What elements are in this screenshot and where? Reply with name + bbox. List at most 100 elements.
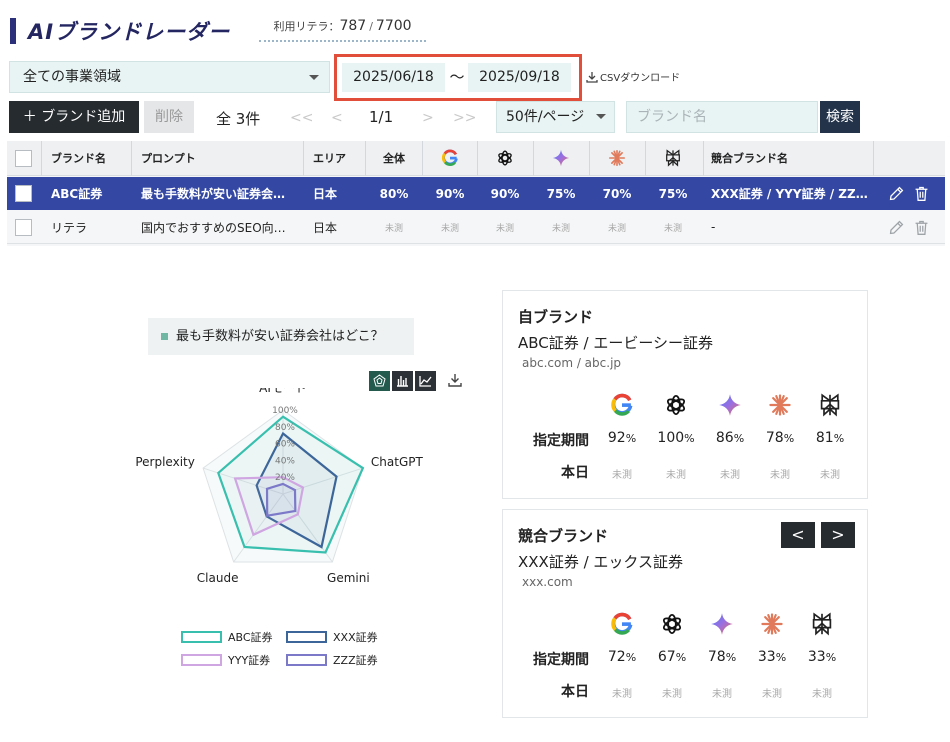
caret-down-icon	[309, 75, 319, 80]
chatgpt-icon	[658, 611, 686, 637]
prev-competitor-button[interactable]: <	[781, 522, 815, 548]
usage-counter: 利用リテラ：787/7700	[259, 18, 426, 42]
search-button[interactable]: 検索	[820, 101, 860, 133]
date-range: 2025/06/18 〜 2025/09/18	[334, 54, 582, 101]
cell-total: 80%	[379, 186, 409, 201]
cell-perplexity: 75%	[658, 186, 688, 201]
col-prompt: プロンプト	[141, 152, 196, 165]
today-value: 未測	[820, 470, 840, 481]
chatgpt-icon	[662, 392, 690, 418]
cell-chatgpt: 90%	[490, 186, 520, 201]
table-header: ブランド名 プロンプト エリア 全体 競合ブランド名	[7, 141, 945, 176]
legend-item: ZZZ証券	[286, 652, 378, 668]
radar-axis-label: Claude	[197, 571, 239, 585]
date-separator: 〜	[449, 68, 465, 86]
trash-icon[interactable]	[913, 211, 933, 243]
brand-name: XXX証券 / エックス証券	[518, 553, 683, 571]
chart-download-button[interactable]	[447, 372, 463, 392]
cell-brand: ABC証券	[51, 187, 103, 201]
legend-label: ABC証券	[228, 631, 273, 644]
cell-perplexity: 未測	[663, 223, 682, 234]
cell-competitors: XXX証券 / YYY証券 / ZZ…	[711, 187, 868, 201]
cell-google: 90%	[435, 186, 465, 201]
today-value: 未測	[612, 470, 632, 481]
cell-google: 未測	[440, 223, 459, 234]
legend-swatch	[286, 654, 327, 666]
trash-icon[interactable]	[913, 177, 933, 210]
google-icon	[441, 149, 458, 167]
col-competitors: 競合ブランド名	[711, 152, 788, 165]
perplexity-icon	[816, 392, 844, 418]
pager-current: 1/1	[369, 108, 394, 126]
brand-search-input[interactable]	[626, 101, 818, 133]
radar-axis-label: Gemini	[327, 571, 370, 585]
today-value: 未測	[812, 689, 832, 700]
col-perplexity	[646, 141, 700, 175]
usage-label: 利用リテラ：	[273, 20, 340, 33]
period-value-google: 72%	[607, 649, 637, 665]
period-value-perplexity: 33%	[807, 649, 837, 665]
col-total: 全体	[383, 152, 405, 165]
brand-table: ブランド名 プロンプト エリア 全体 競合ブランド名 ABC証券 最も手数料が安…	[7, 141, 945, 246]
pager-last[interactable]: >>	[453, 110, 476, 126]
date-to-input[interactable]: 2025/09/18	[468, 63, 571, 92]
cell-area: 日本	[313, 187, 338, 201]
cell-area: 日本	[313, 220, 338, 235]
edit-icon[interactable]	[888, 177, 908, 210]
table-row[interactable]: リテラ 国内でおすすめのSEO向… 日本 未測 未測 未測 未測 未測 未測 -	[7, 211, 945, 244]
table-row[interactable]: ABC証券 最も手数料が安い証券会… 日本 80% 90% 90% 75% 70…	[7, 177, 945, 210]
cell-prompt: 最も手数料が安い証券会…	[141, 187, 286, 201]
cell-brand: リテラ	[51, 220, 88, 235]
pager-prev[interactable]: <	[331, 110, 343, 126]
select-all-checkbox[interactable]	[15, 149, 32, 167]
period-label: 指定期間	[533, 652, 589, 668]
download-icon	[448, 374, 462, 387]
usage-sep: /	[369, 20, 373, 33]
radar-axis-label: AIモード	[259, 388, 307, 395]
next-competitor-button[interactable]: >	[821, 522, 855, 548]
domain-select[interactable]: 全ての事業領域	[9, 61, 330, 93]
csv-download-link[interactable]: CSVダウンロード	[586, 69, 680, 84]
own-brand-card: 自ブランド ABC証券 / エービーシー証券 abc.com / abc.jp …	[502, 290, 868, 499]
legend-swatch	[181, 654, 222, 666]
row-checkbox[interactable]	[15, 218, 32, 236]
today-value: 未測	[762, 689, 782, 700]
delete-button[interactable]: 削除	[144, 101, 194, 133]
col-claude	[590, 141, 644, 175]
per-page-value: 50件/ページ	[506, 109, 585, 125]
prompt-text: 最も手数料が安い証券会社はどこ？	[176, 329, 384, 344]
google-icon	[608, 611, 636, 637]
today-value: 未測	[770, 470, 790, 481]
legend-swatch	[286, 631, 327, 643]
download-icon	[586, 72, 598, 83]
radar-tick-label: 80%	[275, 423, 295, 433]
per-page-select[interactable]: 50件/ページ	[496, 101, 615, 133]
period-value-perplexity: 81%	[815, 430, 845, 446]
edit-icon[interactable]	[888, 211, 908, 243]
date-from-input[interactable]: 2025/06/18	[342, 63, 445, 92]
today-value: 未測	[712, 689, 732, 700]
caret-down-icon	[596, 114, 606, 119]
radar-tick-label: 100%	[272, 406, 298, 416]
pager-next[interactable]: >	[422, 110, 434, 126]
today-label: 本日	[561, 465, 589, 481]
today-value: 未測	[666, 470, 686, 481]
radar-axis-label: ChatGPT	[371, 455, 424, 469]
radar-tick-label: 40%	[275, 456, 295, 466]
gemini-icon	[552, 149, 570, 167]
col-chatgpt	[478, 141, 532, 175]
cell-claude: 未測	[607, 223, 626, 234]
col-gemini	[534, 141, 588, 175]
pager-first[interactable]: <<	[290, 110, 313, 126]
gemini-icon	[716, 392, 744, 418]
period-value-gemini: 78%	[707, 649, 737, 665]
period-label: 指定期間	[533, 433, 589, 449]
brand-domains: xxx.com	[522, 575, 573, 589]
usage-used: 787	[339, 18, 367, 34]
radar-chart: 20% 40% 60% 80% 100% AIモード ChatGPT Gemini Claude…	[135, 388, 424, 585]
row-checkbox[interactable]	[15, 185, 32, 202]
period-value-chatgpt: 100%	[657, 430, 695, 446]
add-brand-button[interactable]: ＋ ブランド追加	[9, 101, 139, 133]
prompt-marker	[161, 333, 168, 340]
perplexity-icon	[666, 149, 680, 167]
